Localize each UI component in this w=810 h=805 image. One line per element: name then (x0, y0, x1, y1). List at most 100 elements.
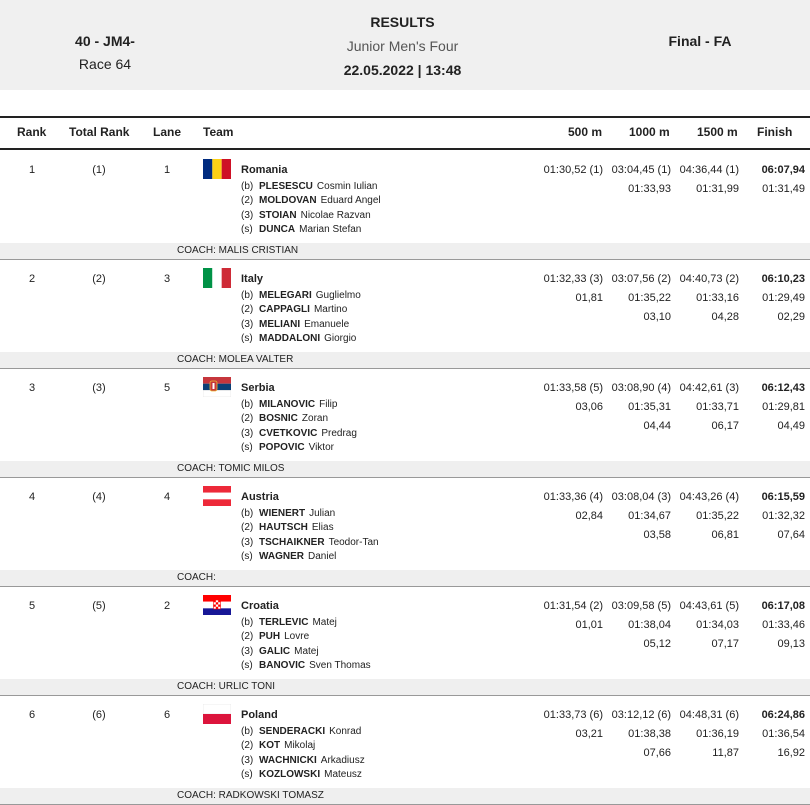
country-name: Austria (241, 491, 279, 503)
seat-position: (s) (241, 769, 253, 780)
athlete-surname: WAGNER (259, 551, 304, 562)
crew-member: (s) MADDALONI Giorgio (241, 333, 356, 344)
split-1500m: 04:40,73 (2) (679, 273, 739, 285)
crew-member: (2) KOT Mikolaj (241, 740, 315, 751)
split-1500m: 04:42,61 (3) (679, 382, 739, 394)
seat-position: (s) (241, 333, 253, 344)
finish-time: 01:31,49 (762, 183, 805, 195)
athlete-given-name: Predrag (321, 428, 357, 439)
seat-position: (3) (241, 428, 254, 439)
rank-cell: 2 (28, 273, 36, 285)
seat-position: (b) (241, 726, 254, 737)
seat-position: (b) (241, 617, 254, 628)
table-row: 6 (6) 6 Poland (b) SENDERACKI Konrad (2) KOT Miko… (0, 695, 810, 805)
table-row: 1 (1) 1 Romania (b) PLESESCU Cosmin Iulian (2) M… (0, 150, 810, 260)
table-row: 3 (3) 5 Serbia (b) MILANOVIC Filip (2) BOSNIC Zor… (0, 368, 810, 478)
crew-member: (3) TSCHAIKNER Teodor-Tan (241, 537, 379, 548)
total-rank-cell: (3) (92, 382, 106, 394)
total-rank-cell: (2) (92, 273, 106, 285)
coach-bar: COACH: (0, 570, 810, 586)
athlete-given-name: Viktor (308, 442, 334, 453)
coach-name: COACH: TOMIC MILOS (177, 463, 285, 474)
athlete-surname: SENDERACKI (259, 726, 326, 737)
athlete-surname: POPOVIC (259, 442, 305, 453)
coach-name: COACH: MOLEA VALTER (177, 354, 294, 365)
coach-bar: COACH: RADKOWSKI TOMASZ (0, 788, 810, 804)
athlete-surname: WIENERT (259, 508, 306, 519)
coach-name: COACH: (177, 572, 216, 583)
crew-member: (b) PLESESCU Cosmin Iulian (241, 181, 378, 192)
coach-bar: COACH: MOLEA VALTER (0, 352, 810, 368)
athlete-given-name: Matej (294, 646, 319, 657)
coach-bar: COACH: TOMIC MILOS (0, 461, 810, 477)
split-1500m: 06,17 (711, 420, 739, 432)
finish-time: 16,92 (777, 747, 805, 759)
col-lane: Lane (153, 125, 182, 139)
athlete-given-name: Arkadiusz (320, 755, 365, 766)
seat-position: (s) (241, 660, 253, 671)
seat-position: (2) (241, 522, 254, 533)
finish-time: 06:10,23 (761, 273, 805, 285)
event-name: Junior Men's Four (346, 38, 459, 54)
athlete-surname: TERLEVIC (259, 617, 309, 628)
seat-position: (3) (241, 319, 254, 330)
athlete-given-name: Elias (311, 522, 334, 533)
total-rank-cell: (6) (92, 709, 106, 721)
crew-member: (3) CVETKOVIC Predrag (241, 428, 357, 439)
athlete-given-name: Mateusz (324, 769, 362, 780)
athlete-given-name: Martino (313, 304, 348, 315)
athlete-given-name: Daniel (308, 551, 337, 562)
country-name: Poland (241, 709, 278, 721)
country-name: Croatia (241, 600, 279, 612)
finish-time: 06:12,43 (761, 382, 805, 394)
romania-flag-icon (203, 159, 231, 179)
athlete-surname: MADDALONI (259, 333, 321, 344)
finish-time: 01:33,46 (762, 619, 805, 631)
athlete-given-name: Nicolae Razvan (300, 210, 371, 221)
finish-time: 06:15,59 (761, 491, 805, 503)
total-rank-cell: (1) (92, 164, 106, 176)
crew-member: (2) BOSNIC Zoran (241, 413, 328, 424)
athlete-given-name: Konrad (329, 726, 362, 737)
crew-member: (b) MILANOVIC Filip (241, 399, 337, 410)
athlete-given-name: Matej (312, 617, 337, 628)
athlete-surname: MELEGARI (259, 290, 312, 301)
seat-position: (b) (241, 181, 254, 192)
race-datetime: 22.05.2022 | 13:48 (343, 62, 462, 78)
finish-time: 06:07,94 (761, 164, 805, 176)
finish-time: 01:32,32 (762, 510, 805, 522)
seat-position: (b) (241, 508, 254, 519)
seat-position: (2) (241, 304, 254, 315)
athlete-surname: HAUTSCH (259, 522, 308, 533)
col-rank: Rank (17, 125, 47, 139)
col-1500m: 1500 m (697, 125, 738, 139)
split-1500m: 04:43,61 (5) (679, 600, 739, 612)
athlete-given-name: Marian Stefan (299, 224, 362, 235)
event-code: 40 - JM4- (75, 33, 135, 49)
col-total-rank: Total Rank (69, 125, 130, 139)
crew-member: (2) PUH Lovre (241, 631, 309, 642)
split-1500m: 01:35,22 (696, 510, 739, 522)
country-name: Italy (241, 273, 264, 285)
split-1500m: 01:34,03 (696, 619, 739, 631)
results-header: 40 - JM4- Race 64 RESULTS Junior Men's F… (0, 0, 810, 90)
seat-position: (2) (241, 631, 254, 642)
coach-bar: COACH: MALIS CRISTIAN (0, 243, 810, 259)
crew-member: (2) CAPPAGLI Martino (241, 304, 347, 315)
split-1500m: 01:36,19 (696, 728, 739, 740)
seat-position: (s) (241, 551, 253, 562)
finish-time: 04,49 (777, 420, 805, 432)
crew-member: (b) MELEGARI Guglielmo (241, 290, 361, 301)
crew-member: (s) BANOVIC Sven Thomas (241, 660, 371, 671)
seat-position: (s) (241, 224, 253, 235)
seat-position: (3) (241, 755, 254, 766)
athlete-surname: KOT (259, 740, 281, 751)
athlete-given-name: Julian (309, 508, 336, 519)
rank-cell: 6 (28, 709, 36, 721)
athlete-surname: MELIANI (259, 319, 301, 330)
athlete-given-name: Guglielmo (315, 290, 361, 301)
athlete-surname: CVETKOVIC (259, 428, 318, 439)
crew-member: (b) TERLEVIC Matej (241, 617, 337, 628)
split-1500m: 04:48,31 (6) (679, 709, 739, 721)
athlete-surname: BANOVIC (259, 660, 306, 671)
